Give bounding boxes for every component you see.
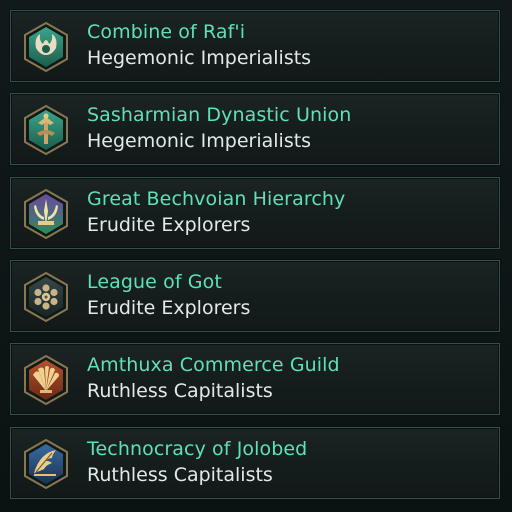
empire-name: Great Bechvoian Hierarchy (87, 188, 346, 210)
empire-name: League of Got (87, 271, 222, 293)
empire-entry-sasharmian-dynastic-union[interactable]: Sasharmian Dynastic Union Hegemonic Impe… (10, 93, 500, 165)
empire-list: Combine of Raf'i Hegemonic Imperialists … (0, 0, 512, 512)
empire-entry-league-of-got[interactable]: League of Got Erudite Explorers (10, 260, 500, 332)
empire-ethic: Erudite Explorers (87, 214, 251, 236)
empire-entry-amthuxa-commerce-guild[interactable]: Amthuxa Commerce Guild Ruthless Capitali… (10, 343, 500, 415)
empire-entry-combine-of-rafi[interactable]: Combine of Raf'i Hegemonic Imperialists (10, 10, 500, 82)
empire-ethic: Erudite Explorers (87, 297, 251, 319)
empire-entry-technocracy-of-jolobed[interactable]: Technocracy of Jolobed Ruthless Capitali… (10, 427, 500, 499)
shell-fan-icon (22, 355, 70, 405)
orb-cluster-icon (22, 272, 70, 322)
empire-ethic: Ruthless Capitalists (87, 464, 273, 486)
empire-name: Combine of Raf'i (87, 21, 246, 43)
empire-name: Technocracy of Jolobed (87, 438, 308, 460)
empire-entry-great-bechvoian-hierarchy[interactable]: Great Bechvoian Hierarchy Erudite Explor… (10, 177, 500, 249)
empire-ethic: Hegemonic Imperialists (87, 47, 312, 69)
empire-ethic: Hegemonic Imperialists (87, 130, 312, 152)
empire-name: Amthuxa Commerce Guild (87, 354, 340, 376)
feather-wing-icon (22, 439, 70, 489)
empire-ethic: Ruthless Capitalists (87, 380, 273, 402)
empire-name: Sasharmian Dynastic Union (87, 104, 352, 126)
scepter-crest-icon (22, 105, 70, 155)
trident-crest-icon (22, 189, 70, 239)
horned-crest-icon (22, 22, 70, 72)
